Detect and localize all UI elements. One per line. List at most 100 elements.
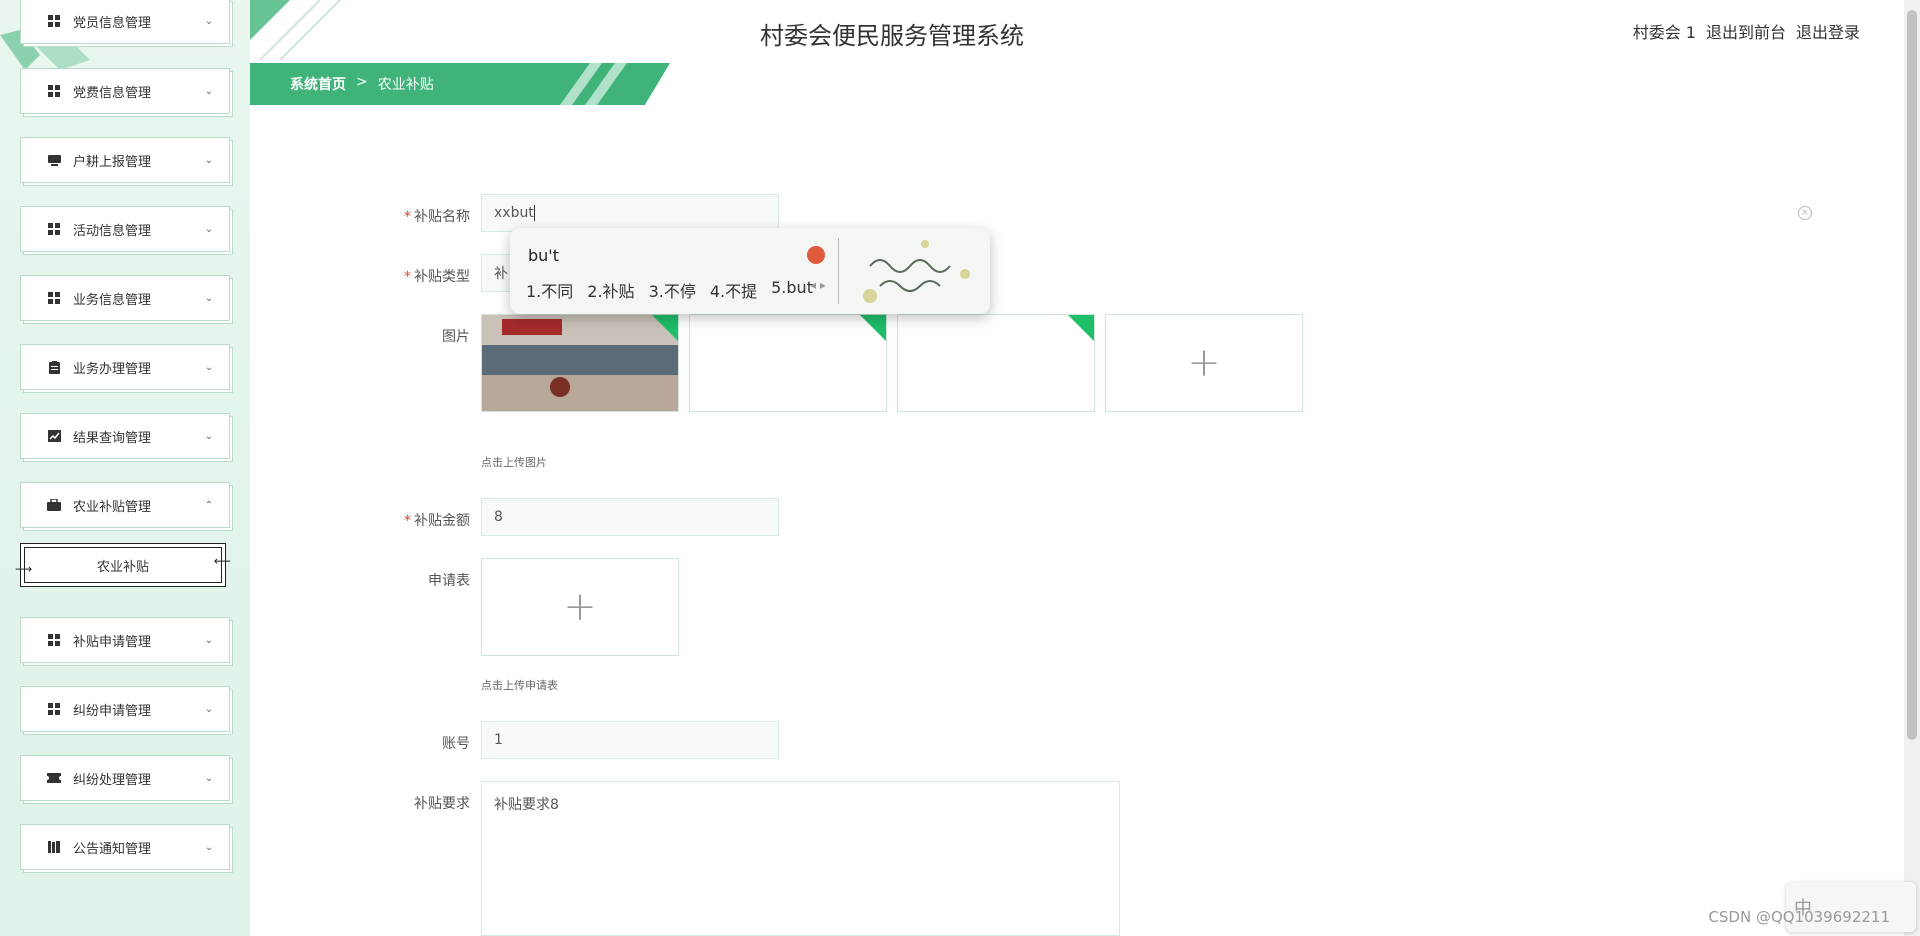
- plus-icon: +: [1187, 340, 1221, 386]
- app-title: 村委会便民服务管理系统: [760, 22, 1024, 50]
- arrow-right-icon: ⟶: [15, 562, 33, 576]
- header-decoration: [250, 0, 341, 60]
- uploaded-photo-broken[interactable]: [689, 314, 887, 412]
- tablet-icon: [47, 153, 61, 167]
- application-upload-hint: 点击上传申请表: [481, 679, 558, 692]
- subsidy-name-label: * 补贴名称: [404, 209, 470, 225]
- clear-icon[interactable]: ×: [1798, 206, 1812, 220]
- application-upload-button[interactable]: +: [481, 558, 679, 656]
- ime-candidate[interactable]: 1.不同: [526, 278, 573, 302]
- chevron-down-icon: ⌄: [204, 292, 214, 304]
- header: 村委会便民服务管理系统 村委会 1 退出到前台 退出登录: [250, 0, 1920, 60]
- sidebar-item-label: 活动信息管理: [73, 223, 152, 239]
- sidebar-item-label: 补贴申请管理: [73, 634, 152, 650]
- breadcrumb-current: 农业补贴: [377, 77, 434, 93]
- ime-skin-icon[interactable]: [807, 246, 825, 264]
- photo-corner-mark: [1068, 315, 1094, 341]
- subsidy-type-label: * 补贴类型: [404, 269, 470, 285]
- subsidy-name-input[interactable]: xxbut: [481, 194, 779, 232]
- scrollbar-thumb[interactable]: [1907, 10, 1917, 740]
- sidebar-item-farming-report[interactable]: 户耕上报管理 ⌄: [20, 137, 230, 183]
- sidebar-item-party-members[interactable]: 党员信息管理 ⌄: [20, 0, 230, 44]
- sidebar-item-announcement[interactable]: 公告通知管理 ⌄: [20, 824, 230, 870]
- ime-candidate[interactable]: 2.补贴: [587, 278, 634, 302]
- application-form-label: 申请表: [428, 573, 470, 589]
- sidebar-item-business-handling[interactable]: 业务办理管理 ⌄: [20, 344, 230, 390]
- logout-link[interactable]: 退出登录: [1796, 19, 1860, 43]
- sidebar-item-label: 结果查询管理: [73, 430, 152, 446]
- chevron-down-icon: ⌄: [204, 15, 214, 27]
- uploaded-photo[interactable]: [481, 314, 679, 412]
- chevron-down-icon: ⌄: [204, 772, 214, 784]
- sidebar-item-label: 党员信息管理: [73, 15, 152, 31]
- chevron-down-icon: ⌄: [204, 85, 214, 97]
- sidebar-item-activity[interactable]: 活动信息管理 ⌄: [20, 206, 230, 252]
- chevron-up-icon: ⌃: [204, 499, 214, 511]
- sidebar-item-party-fees[interactable]: 党费信息管理 ⌄: [20, 68, 230, 114]
- grid-icon: [47, 702, 61, 716]
- breadcrumb-separator: >: [356, 74, 368, 90]
- sidebar-item-label: 纠纷处理管理: [73, 772, 152, 788]
- header-links: 村委会 1 退出到前台 退出登录: [1633, 19, 1860, 43]
- sidebar-item-agri-subsidy[interactable]: 农业补贴管理 ⌃: [20, 482, 230, 528]
- image-label: 图片: [442, 329, 470, 345]
- ime-divider: [838, 238, 839, 304]
- sidebar-item-subsidy-application[interactable]: 补贴申请管理 ⌄: [20, 617, 230, 663]
- breadcrumb-home[interactable]: 系统首页: [290, 74, 346, 94]
- sidebar-item-result-query[interactable]: 结果查询管理 ⌄: [20, 413, 230, 459]
- photo-service-hall: [482, 315, 678, 411]
- account-label: 账号: [442, 736, 470, 752]
- arrow-left-icon: ⟵: [213, 554, 231, 568]
- chevron-down-icon: ⌄: [204, 154, 214, 166]
- exit-to-frontend-link[interactable]: 退出到前台: [1706, 19, 1786, 43]
- image-upload-button[interactable]: +: [1105, 314, 1303, 412]
- briefcase-icon: [47, 498, 61, 512]
- chart-icon: [47, 429, 61, 443]
- ime-composition: bu't: [528, 246, 559, 265]
- sidebar-item-label: 党费信息管理: [73, 85, 152, 101]
- ime-page-arrows-icon[interactable]: ◂ ▸: [810, 278, 826, 292]
- account-input[interactable]: 1: [481, 721, 779, 759]
- photo-corner-mark: [860, 315, 886, 341]
- sidebar: 党员信息管理 ⌄ 党费信息管理 ⌄ 户耕上报管理 ⌄ 活动信息管理 ⌄ 业务信息…: [0, 0, 250, 936]
- watermark: CSDN @QQ1039692211: [1708, 908, 1890, 926]
- amount-input[interactable]: 8: [481, 498, 779, 536]
- grid-icon: [47, 633, 61, 647]
- sidebar-item-dispute-application[interactable]: 纠纷申请管理 ⌄: [20, 686, 230, 732]
- ime-candidate[interactable]: 5.but: [771, 278, 813, 302]
- ime-candidate[interactable]: 3.不停: [649, 278, 696, 302]
- photo-corner-mark: [652, 315, 678, 341]
- amount-label: * 补贴金额: [404, 513, 470, 529]
- ime-skin-artwork: [863, 240, 970, 303]
- submenu-item-label: 农业补贴: [96, 559, 149, 575]
- image-upload-hint: 点击上传图片: [481, 456, 547, 469]
- ime-candidate[interactable]: 4.不提: [710, 278, 757, 302]
- grid-icon: [47, 14, 61, 28]
- grid-icon: [47, 222, 61, 236]
- ime-candidates: 1.不同 2.补贴 3.不停 4.不提 5.but: [526, 278, 813, 302]
- grid-icon: [47, 291, 61, 305]
- clipboard-icon: [47, 360, 61, 374]
- user-name: 村委会 1: [1632, 23, 1696, 42]
- sidebar-item-label: 业务办理管理: [73, 361, 152, 377]
- ime-candidate-window: bu't 1.不同 2.补贴 3.不停 4.不提 5.but ◂ ▸: [510, 228, 990, 314]
- plus-icon: +: [563, 584, 597, 630]
- submenu-item-agri-subsidy[interactable]: ⟶ 农业补贴 ⟵: [15, 543, 231, 587]
- sidebar-item-dispute-handling[interactable]: 纠纷处理管理 ⌄: [20, 755, 230, 801]
- chevron-down-icon: ⌄: [204, 634, 214, 646]
- requirement-textarea[interactable]: 补贴要求8: [481, 781, 1120, 936]
- books-icon: [47, 840, 61, 854]
- sidebar-item-label: 纠纷申请管理: [73, 703, 152, 719]
- sidebar-item-business-info[interactable]: 业务信息管理 ⌄: [20, 275, 230, 321]
- requirement-label: 补贴要求: [414, 796, 470, 812]
- sidebar-item-label: 业务信息管理: [73, 292, 152, 308]
- sidebar-item-label: 农业补贴管理: [73, 499, 152, 515]
- chevron-down-icon: ⌄: [204, 223, 214, 235]
- ticket-icon: [47, 771, 61, 785]
- breadcrumb-stripes: [560, 63, 652, 105]
- chevron-down-icon: ⌄: [204, 430, 214, 442]
- chevron-down-icon: ⌄: [204, 361, 214, 373]
- uploaded-photo-broken[interactable]: [897, 314, 1095, 412]
- sidebar-item-label: 公告通知管理: [73, 841, 152, 857]
- page-scrollbar[interactable]: [1904, 0, 1920, 936]
